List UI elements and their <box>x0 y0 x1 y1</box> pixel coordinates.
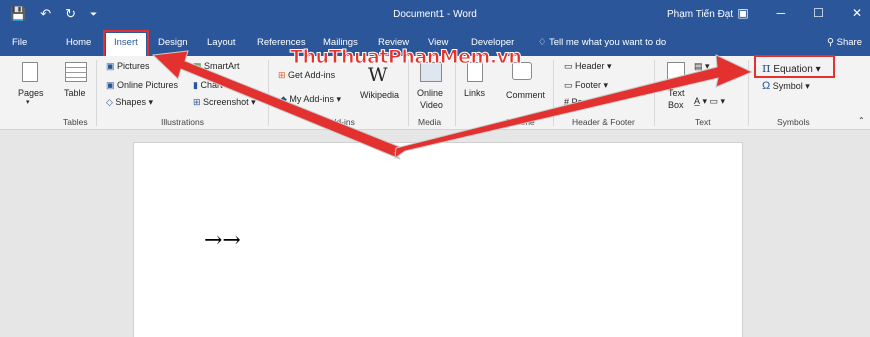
screenshot-icon: ⊞ <box>193 97 204 107</box>
insert-tab-highlight <box>103 30 149 58</box>
text-box-icon <box>667 62 685 80</box>
shapes-icon: ◇ <box>106 97 116 107</box>
page-number-label: Page N <box>571 97 602 107</box>
tab-file[interactable]: File <box>12 37 27 48</box>
video-label[interactable]: Video <box>420 100 443 110</box>
group-separator <box>268 60 269 126</box>
smartart-button[interactable]: ▦ SmartArt <box>193 61 240 72</box>
collapse-ribbon-icon[interactable]: ⌃ <box>858 116 865 125</box>
store-icon: ⊞ <box>278 70 289 80</box>
online-pictures-label: Online Pictures <box>117 80 179 90</box>
pages-dropdown-icon[interactable]: ▾ <box>26 98 30 106</box>
share-button[interactable]: ⚲ Share <box>827 37 862 48</box>
minimize-icon[interactable]: ─ <box>777 6 786 20</box>
equation-highlight <box>754 55 835 78</box>
comment-button[interactable]: Comment <box>506 90 545 100</box>
footer-label: Footer <box>575 80 602 90</box>
tab-design[interactable]: Design <box>158 37 188 48</box>
title-bar: 💾 ↶ ↻ ⏷ Document1 - Word Phạm Tiến Đạt ▣… <box>0 0 870 30</box>
online-picture-icon: ▣ <box>106 80 118 90</box>
group-separator <box>748 60 749 126</box>
watermark-logo: ThuThuatPhanMem.vn <box>289 46 522 69</box>
group-separator <box>96 60 97 126</box>
footer-button[interactable]: ▭ Footer ▾ <box>564 80 608 91</box>
tell-me-box[interactable]: ♢ Tell me what you want to do <box>538 37 666 48</box>
maximize-icon[interactable]: ☐ <box>813 6 824 20</box>
smartart-icon: ▦ <box>193 61 205 71</box>
smartart-label: SmartArt <box>204 61 240 71</box>
chart-button[interactable]: ▮ Chart <box>193 80 222 91</box>
my-addins-button[interactable]: ◆ My Add-ins ▾ <box>280 94 341 105</box>
addins-group-label: Add-ins <box>326 117 355 127</box>
user-name[interactable]: Phạm Tiến Đạt <box>667 9 733 20</box>
tell-me-text: Tell me what you want to do <box>548 37 667 48</box>
tables-group-label: Tables <box>63 117 88 127</box>
group-separator <box>654 60 655 126</box>
header-footer-group-label: Header & Footer <box>572 117 635 127</box>
pictures-button[interactable]: ▣ Pictures <box>106 61 150 72</box>
tab-home[interactable]: Home <box>66 37 91 48</box>
table-icon <box>65 62 87 82</box>
links-button[interactable]: Links <box>464 88 485 98</box>
text-box-label-2[interactable]: Box <box>668 100 684 110</box>
wordart-icon[interactable]: A̲ ▾ ▭ ▾ <box>694 96 725 107</box>
pages-icon <box>22 62 38 82</box>
comments-group-label: Comme <box>505 117 535 127</box>
page-number-button[interactable]: # Page N <box>564 97 602 107</box>
shapes-label: Shapes <box>115 97 146 107</box>
quick-parts-icon[interactable]: ▤ ▾ <box>694 61 710 72</box>
footer-icon: ▭ <box>564 80 576 90</box>
omega-icon: Ω <box>762 80 771 92</box>
group-separator <box>408 60 409 126</box>
screenshot-button[interactable]: ⊞ Screenshot ▾ <box>193 97 256 108</box>
page-number-icon: # <box>564 97 572 107</box>
get-addins-label: Get Add-ins <box>288 70 336 80</box>
illustrations-group-label: Illustrations <box>161 117 204 127</box>
person-icon: ⚲ <box>827 37 837 48</box>
table-button[interactable]: Table <box>64 88 86 98</box>
text-box-label-1[interactable]: Text <box>668 88 685 98</box>
header-button[interactable]: ▭ Header ▾ <box>564 61 612 72</box>
chart-label: Chart <box>200 80 223 90</box>
document-text[interactable]: →→ <box>204 228 241 253</box>
symbols-group-label: Symbols <box>777 117 810 127</box>
pictures-label: Pictures <box>117 61 150 71</box>
wikipedia-button[interactable]: Wikipedia <box>360 90 399 100</box>
share-label: Share <box>836 37 862 48</box>
addins-icon: ◆ <box>280 94 290 104</box>
pages-button[interactable]: Pages <box>18 88 44 98</box>
symbol-label: Symbol <box>772 81 803 91</box>
header-label: Header <box>575 61 605 71</box>
online-pictures-button[interactable]: ▣ Online Pictures <box>106 80 178 91</box>
picture-icon: ▣ <box>106 61 118 71</box>
text-group-label: Text <box>695 117 711 127</box>
symbol-button[interactable]: Ω Symbol ▾ <box>762 80 810 92</box>
media-group-label: Media <box>418 117 442 127</box>
group-separator <box>553 60 554 126</box>
close-icon[interactable]: ✕ <box>852 6 862 20</box>
screenshot-label: Screenshot <box>203 97 249 107</box>
my-addins-label: My Add-ins <box>289 94 334 104</box>
lightbulb-icon: ♢ <box>538 37 549 48</box>
ribbon-display-icon[interactable]: ▣ <box>737 6 748 20</box>
document-page[interactable]: →→ <box>133 142 743 337</box>
header-icon: ▭ <box>564 61 576 71</box>
get-addins-button[interactable]: ⊞ Get Add-ins <box>278 70 335 81</box>
online-label[interactable]: Online <box>417 88 443 98</box>
group-separator <box>455 60 456 126</box>
shapes-button[interactable]: ◇ Shapes ▾ <box>106 97 153 108</box>
document-area: →→ <box>0 130 870 337</box>
tab-layout[interactable]: Layout <box>207 37 236 48</box>
